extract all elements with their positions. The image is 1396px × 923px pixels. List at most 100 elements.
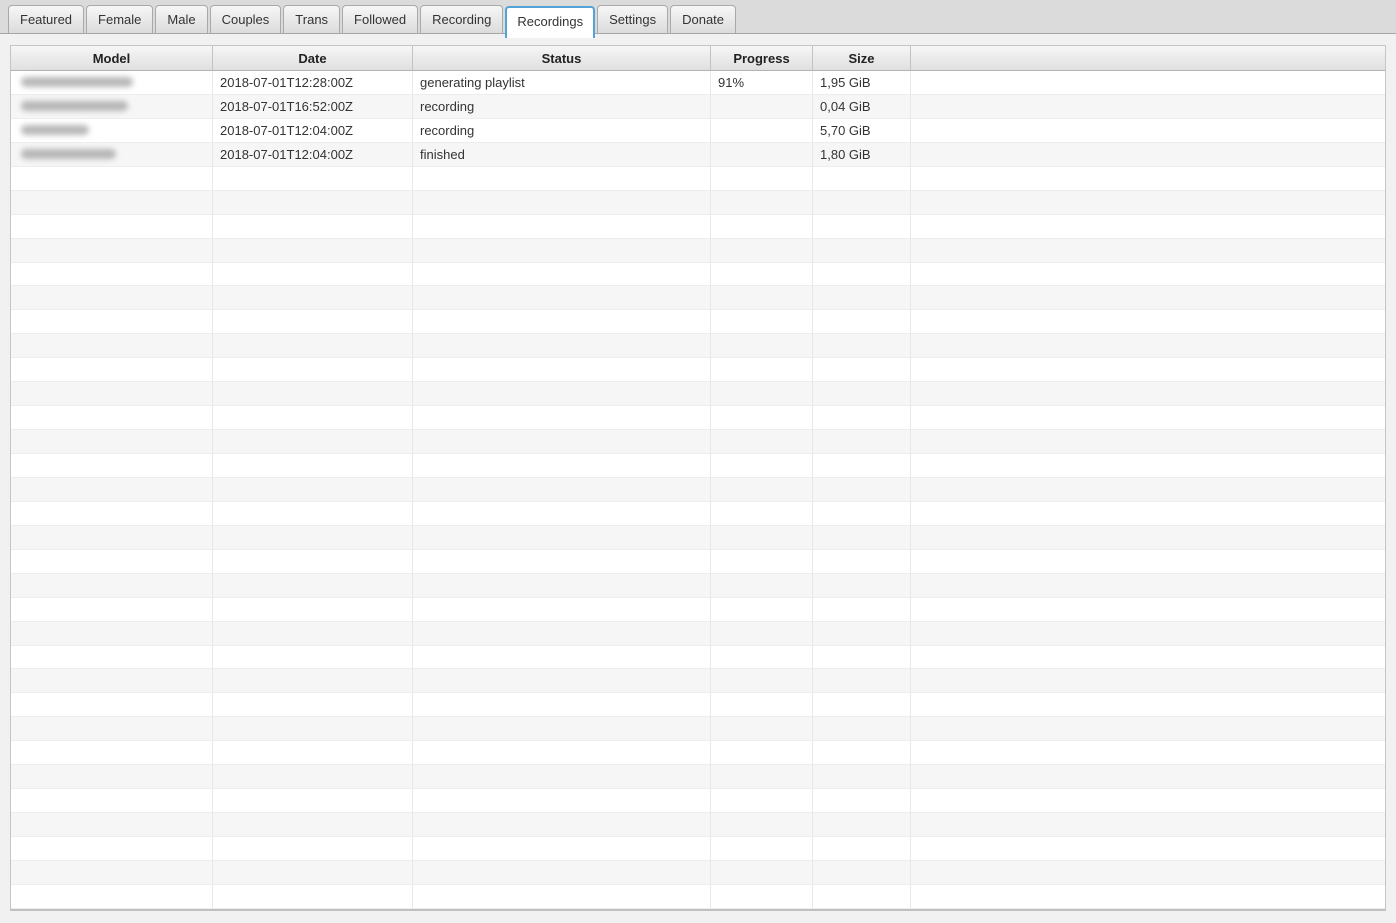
column-header-progress[interactable]: Progress: [711, 46, 813, 71]
tab-featured[interactable]: Featured: [8, 5, 84, 33]
cell-date: 2018-07-01T12:28:00Z: [213, 71, 413, 95]
cell-filler: [911, 622, 1385, 646]
cell-progress: [711, 358, 813, 382]
cell-progress: [711, 406, 813, 430]
table-row-empty: [11, 741, 1385, 765]
cell-size: [813, 191, 911, 215]
cell-filler: [911, 526, 1385, 550]
cell-model: [11, 119, 213, 143]
cell-size: [813, 430, 911, 454]
cell-model: [11, 622, 213, 646]
table-row-empty: [11, 191, 1385, 215]
cell-date: [213, 765, 413, 789]
cell-date: 2018-07-01T12:04:00Z: [213, 119, 413, 143]
cell-filler: [911, 167, 1385, 191]
tab-couples[interactable]: Couples: [210, 5, 282, 33]
cell-model: [11, 885, 213, 909]
cell-filler: [911, 310, 1385, 334]
cell-status: [413, 358, 711, 382]
table-row[interactable]: 2018-07-01T12:28:00Zgenerating playlist9…: [11, 71, 1385, 95]
cell-progress: [711, 454, 813, 478]
cell-size: [813, 789, 911, 813]
cell-model: [11, 263, 213, 287]
table-row-empty: [11, 837, 1385, 861]
cell-filler: [911, 598, 1385, 622]
cell-date: [213, 382, 413, 406]
cell-size: 5,70 GiB: [813, 119, 911, 143]
cell-progress: [711, 191, 813, 215]
tab-recording[interactable]: Recording: [420, 5, 503, 33]
tab-donate[interactable]: Donate: [670, 5, 736, 33]
table-row-empty: [11, 239, 1385, 263]
cell-filler: [911, 574, 1385, 598]
tab-male[interactable]: Male: [155, 5, 207, 33]
cell-date: [213, 167, 413, 191]
cell-date: [213, 861, 413, 885]
redacted-model-name: [21, 125, 89, 135]
cell-status: [413, 263, 711, 287]
cell-progress: [711, 239, 813, 263]
column-header-date[interactable]: Date: [213, 46, 413, 71]
column-header-status[interactable]: Status: [413, 46, 711, 71]
column-header-size[interactable]: Size: [813, 46, 911, 71]
cell-date: [213, 717, 413, 741]
cell-size: [813, 741, 911, 765]
cell-filler: [911, 646, 1385, 670]
cell-filler: [911, 669, 1385, 693]
cell-status: [413, 693, 711, 717]
cell-size: [813, 502, 911, 526]
cell-model: [11, 382, 213, 406]
cell-model: [11, 502, 213, 526]
cell-filler: [911, 550, 1385, 574]
table-row[interactable]: 2018-07-01T16:52:00Zrecording0,04 GiB: [11, 95, 1385, 119]
cell-status: [413, 334, 711, 358]
tab-female[interactable]: Female: [86, 5, 153, 33]
cell-model: [11, 454, 213, 478]
recordings-table: ModelDateStatusProgressSize 2018-07-01T1…: [10, 45, 1386, 911]
table-row-empty: [11, 765, 1385, 789]
table-row-empty: [11, 717, 1385, 741]
table-row[interactable]: 2018-07-01T12:04:00Zfinished1,80 GiB: [11, 143, 1385, 167]
cell-date: [213, 693, 413, 717]
cell-date: [213, 478, 413, 502]
cell-status: [413, 550, 711, 574]
column-header-model[interactable]: Model: [11, 46, 213, 71]
cell-size: [813, 550, 911, 574]
table-body: 2018-07-01T12:28:00Zgenerating playlist9…: [11, 71, 1385, 909]
cell-model: [11, 717, 213, 741]
cell-progress: [711, 574, 813, 598]
cell-status: [413, 286, 711, 310]
tab-followed[interactable]: Followed: [342, 5, 418, 33]
table-row-empty: [11, 693, 1385, 717]
cell-progress: [711, 119, 813, 143]
table-row[interactable]: 2018-07-01T12:04:00Zrecording5,70 GiB: [11, 119, 1385, 143]
cell-progress: [711, 669, 813, 693]
table-row-empty: [11, 574, 1385, 598]
cell-size: [813, 526, 911, 550]
table-row-empty: [11, 286, 1385, 310]
table-row-empty: [11, 382, 1385, 406]
cell-model: [11, 430, 213, 454]
cell-date: 2018-07-01T12:04:00Z: [213, 143, 413, 167]
redacted-model-name: [21, 101, 128, 111]
tab-recordings[interactable]: Recordings: [505, 6, 595, 38]
cell-model: [11, 550, 213, 574]
cell-progress: [711, 502, 813, 526]
redacted-model-name: [21, 77, 133, 87]
cell-progress: [711, 263, 813, 287]
cell-progress: 91%: [711, 71, 813, 95]
cell-progress: [711, 789, 813, 813]
cell-size: [813, 478, 911, 502]
tab-trans[interactable]: Trans: [283, 5, 340, 33]
cell-date: [213, 741, 413, 765]
cell-size: 1,95 GiB: [813, 71, 911, 95]
cell-date: [213, 406, 413, 430]
cell-size: [813, 598, 911, 622]
tab-settings[interactable]: Settings: [597, 5, 668, 33]
cell-model: [11, 669, 213, 693]
cell-status: [413, 885, 711, 909]
cell-status: [413, 191, 711, 215]
cell-date: [213, 310, 413, 334]
table-row-empty: [11, 167, 1385, 191]
cell-date: [213, 430, 413, 454]
